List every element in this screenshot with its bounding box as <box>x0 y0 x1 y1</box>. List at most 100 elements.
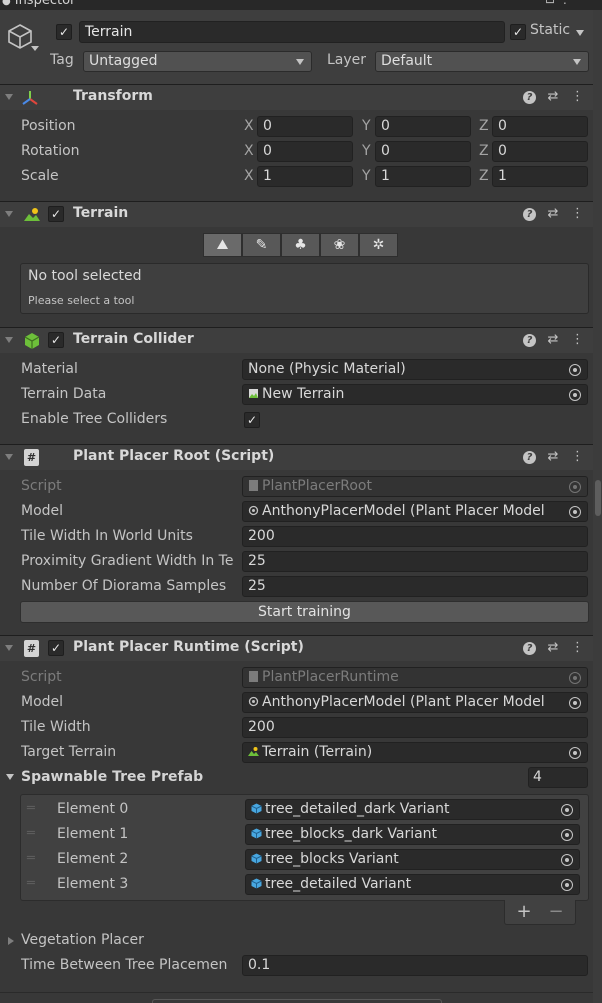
axis-z-label[interactable]: Z <box>479 118 489 134</box>
drag-handle-icon[interactable]: ═ <box>27 876 35 891</box>
foldout-arrow-icon[interactable] <box>5 337 13 343</box>
icon-dropdown-caret-icon[interactable] <box>31 46 39 51</box>
object-picker-icon[interactable] <box>569 364 581 376</box>
preset-icon[interactable]: ⇄ <box>547 206 559 221</box>
tree-colliders-checkbox[interactable]: ✓ <box>244 412 260 428</box>
more-options-icon[interactable]: ⋮ <box>571 206 584 221</box>
terrain-collider-header[interactable]: ✓ Terrain Collider ? ⇄ ⋮ <box>0 327 593 353</box>
help-icon[interactable]: ? <box>523 206 536 221</box>
drag-handle-icon[interactable]: ═ <box>27 801 35 816</box>
element-object-field[interactable]: tree_blocks Variant <box>245 849 580 870</box>
runtime-model-field[interactable]: AnthonyPlacerModel (Plant Placer Model <box>242 692 588 713</box>
root-model-field[interactable]: AnthonyPlacerModel (Plant Placer Model <box>242 501 588 522</box>
more-options-icon[interactable]: ⋮ <box>571 449 584 464</box>
tile-width-field[interactable]: 200 <box>242 717 588 738</box>
material-object-field[interactable]: None (Physic Material) <box>242 359 588 380</box>
layer-dropdown[interactable]: Default <box>375 51 589 72</box>
gameobject-cube-icon[interactable] <box>6 22 34 50</box>
preset-icon[interactable]: ⇄ <box>547 89 559 104</box>
plant-placer-runtime-header[interactable]: # ✓ Plant Placer Runtime (Script) ? ⇄ ⋮ <box>0 635 593 661</box>
vegetation-placer-label[interactable]: Vegetation Placer <box>21 932 144 948</box>
scale-y-field[interactable]: 1 <box>375 166 471 187</box>
time-between-placement-field[interactable]: 0.1 <box>242 955 588 976</box>
axis-z-label[interactable]: Z <box>479 143 489 159</box>
object-picker-icon[interactable] <box>561 829 573 841</box>
element-object-field[interactable]: tree_detailed Variant <box>245 874 580 895</box>
position-z-field[interactable]: 0 <box>492 116 588 137</box>
help-icon[interactable]: ? <box>523 640 536 655</box>
axis-x-label[interactable]: X <box>244 168 254 184</box>
gameobject-name-input[interactable]: Terrain <box>79 21 505 43</box>
settings-gear-icon[interactable]: ✲ <box>359 233 398 257</box>
drag-handle-icon[interactable]: ═ <box>27 826 35 841</box>
scale-x-field[interactable]: 1 <box>257 166 353 187</box>
position-x-field[interactable]: 0 <box>257 116 353 137</box>
help-icon[interactable]: ? <box>523 332 536 347</box>
object-picker-icon[interactable] <box>569 747 581 759</box>
runtime-enabled-checkbox[interactable]: ✓ <box>48 640 64 656</box>
preset-icon[interactable]: ⇄ <box>547 640 559 655</box>
rotation-x-field[interactable]: 0 <box>257 141 353 162</box>
maximize-icon[interactable]: ⊡ ⋮ <box>545 0 571 6</box>
more-options-icon[interactable]: ⋮ <box>571 89 584 104</box>
axis-x-label[interactable]: X <box>244 118 254 134</box>
paint-details-icon[interactable]: ❀ <box>320 233 359 257</box>
static-checkbox[interactable]: ✓ <box>510 24 526 40</box>
axis-y-label[interactable]: Y <box>362 168 371 184</box>
scale-z-field[interactable]: 1 <box>492 166 588 187</box>
element-object-field[interactable]: tree_detailed_dark Variant <box>245 799 580 820</box>
more-options-icon[interactable]: ⋮ <box>571 332 584 347</box>
element-object-field[interactable]: tree_blocks_dark Variant <box>245 824 580 845</box>
static-dropdown-icon[interactable] <box>576 30 584 36</box>
help-icon[interactable]: ? <box>523 449 536 464</box>
raise-lower-terrain-icon[interactable]: ⛰ <box>203 233 242 257</box>
paint-brush-icon[interactable]: ✎ <box>242 233 281 257</box>
add-component-button[interactable] <box>152 999 442 1003</box>
axis-z-label[interactable]: Z <box>479 168 489 184</box>
object-picker-icon[interactable] <box>561 879 573 891</box>
add-element-button[interactable]: + <box>508 900 540 923</box>
drag-handle-icon[interactable]: ═ <box>27 851 35 866</box>
scrollbar-thumb[interactable] <box>595 480 601 516</box>
diorama-samples-field[interactable]: 25 <box>242 576 588 597</box>
spawnable-tree-prefab-label[interactable]: Spawnable Tree Prefab <box>21 769 203 785</box>
object-picker-icon[interactable] <box>569 697 581 709</box>
preset-icon[interactable]: ⇄ <box>547 332 559 347</box>
foldout-arrow-icon[interactable] <box>5 211 13 217</box>
foldout-arrow-icon[interactable] <box>5 94 13 100</box>
plant-placer-root-header[interactable]: # Plant Placer Root (Script) ? ⇄ ⋮ <box>0 444 593 470</box>
rotation-z-field[interactable]: 0 <box>492 141 588 162</box>
more-options-icon[interactable]: ⋮ <box>571 640 584 655</box>
foldout-arrow-icon[interactable] <box>5 645 13 651</box>
inspector-tab[interactable]: ● Inspector <box>2 0 75 8</box>
paint-trees-icon[interactable]: ♣ <box>281 233 320 257</box>
array-size-field[interactable]: 4 <box>528 767 588 788</box>
object-picker-icon[interactable] <box>561 804 573 816</box>
terrain-header[interactable]: ✓ Terrain ? ⇄ ⋮ <box>0 201 593 227</box>
terrain-data-object-field[interactable]: New Terrain <box>242 384 588 405</box>
tag-dropdown[interactable]: Untagged <box>83 51 312 72</box>
gameobject-active-checkbox[interactable]: ✓ <box>56 24 72 40</box>
remove-element-button[interactable]: − <box>540 900 572 923</box>
object-picker-icon[interactable] <box>569 389 581 401</box>
tile-width-world-field[interactable]: 200 <box>242 526 588 547</box>
transform-header[interactable]: Transform ? ⇄ ⋮ <box>0 84 593 110</box>
proximity-gradient-field[interactable]: 25 <box>242 551 588 572</box>
foldout-arrow-icon[interactable] <box>5 454 13 460</box>
position-y-field[interactable]: 0 <box>375 116 471 137</box>
axis-y-label[interactable]: Y <box>362 118 371 134</box>
help-icon[interactable]: ? <box>523 89 536 104</box>
vegetation-foldout-arrow-icon[interactable] <box>8 937 14 945</box>
object-picker-icon[interactable] <box>569 506 581 518</box>
start-training-button[interactable]: Start training <box>20 601 589 623</box>
target-terrain-field[interactable]: Terrain (Terrain) <box>242 742 588 763</box>
rotation-y-field[interactable]: 0 <box>375 141 471 162</box>
preset-icon[interactable]: ⇄ <box>547 449 559 464</box>
object-picker-icon[interactable] <box>561 854 573 866</box>
terrain-enabled-checkbox[interactable]: ✓ <box>48 206 64 222</box>
static-label[interactable]: Static <box>530 22 570 38</box>
collider-enabled-checkbox[interactable]: ✓ <box>48 332 64 348</box>
list-foldout-arrow-icon[interactable] <box>6 774 14 780</box>
axis-y-label[interactable]: Y <box>362 143 371 159</box>
axis-x-label[interactable]: X <box>244 143 254 159</box>
